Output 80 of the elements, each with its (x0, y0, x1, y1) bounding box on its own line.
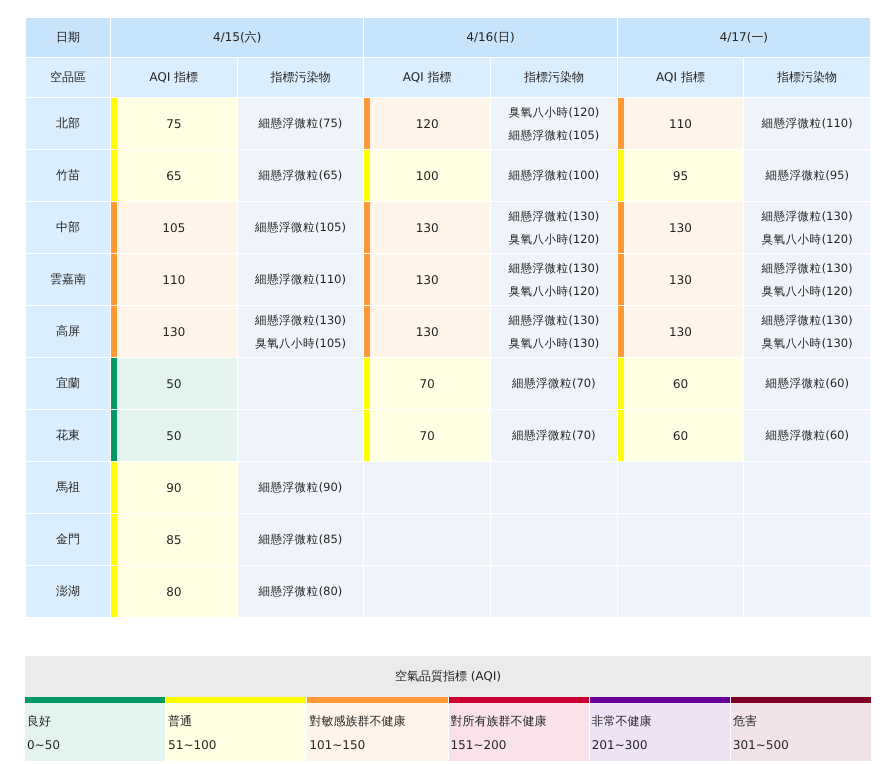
region-cell: 澎湖 (26, 566, 110, 618)
aqi-cell: 65 (110, 150, 238, 202)
pollutant-cell: 臭氧八小時(120) 細懸浮微粒(105) (490, 98, 618, 150)
region-cell: 宜蘭 (26, 358, 110, 410)
aqi-cell: 90 (110, 462, 238, 514)
column-header: 指標污染物 (237, 58, 364, 98)
pollutant-cell: 細懸浮微粒(95) (744, 150, 870, 202)
level-label: 對敏感族群不健康 (309, 713, 406, 730)
pollutant-cell: 細懸浮微粒(60) (744, 358, 870, 410)
aqi-cell: 70 (364, 358, 490, 410)
column-header: AQI 指標 (617, 58, 744, 98)
column-header: 指標污染物 (744, 58, 870, 98)
pollutant-cell: 細懸浮微粒(65) (237, 150, 364, 202)
pollutant-cell: 細懸浮微粒(85) (237, 514, 364, 566)
region-cell: 花東 (26, 410, 110, 462)
level-label: 非常不健康 (592, 713, 653, 730)
level-range: 101~150 (309, 738, 366, 752)
aqi-cell: 130 (617, 202, 744, 254)
level-range: 0~50 (27, 738, 61, 752)
level-range: 151~200 (450, 738, 508, 752)
aqi-cell: 110 (110, 254, 238, 306)
pollutant-cell: 細懸浮微粒(70) (490, 410, 618, 462)
pollutant-cell: 細懸浮微粒(105) (237, 202, 364, 254)
pollutant-cell: 細懸浮微粒(60) (744, 410, 870, 462)
pollutant-cell: 細懸浮微粒(130) 臭氧八小時(120) (744, 254, 870, 306)
aqi-cell: 120 (364, 98, 490, 150)
level-label: 良好 (27, 713, 52, 730)
aqi-cell: 95 (617, 150, 744, 202)
region-cell: 金門 (26, 514, 110, 566)
pollutant-cell: 細懸浮微粒(130) 臭氧八小時(130) (490, 306, 618, 358)
level-range: 301~500 (732, 738, 790, 752)
region-cell: 高屏 (26, 306, 110, 358)
level-label: 對所有族群不健康 (450, 713, 548, 730)
aqi-cell: 130 (110, 306, 238, 358)
level-label: 危害 (732, 713, 758, 730)
date-header: 4/15(六) (110, 18, 364, 58)
pollutant-cell: 細懸浮微粒(130) 臭氧八小時(120) (744, 202, 870, 254)
aqi-cell: 50 (110, 358, 238, 410)
date-header: 4/16(日) (364, 18, 618, 58)
aqi-cell: 105 (110, 202, 238, 254)
region-cell: 竹苗 (26, 150, 110, 202)
column-header: 日期 (26, 18, 110, 58)
date-header: 4/17(一) (617, 18, 870, 58)
pollutant-cell: 細懸浮微粒(100) (490, 150, 618, 202)
column-header: AQI 指標 (364, 58, 490, 98)
level-range: 51~100 (168, 738, 218, 752)
level-label: 普通 (168, 713, 194, 730)
aqi-cell: 130 (364, 306, 490, 358)
aqi-cell: 75 (110, 98, 238, 150)
column-header: 空品區 (26, 58, 110, 98)
pollutant-cell: 細懸浮微粒(75) (237, 98, 364, 150)
aqi-cell: 50 (110, 410, 238, 462)
aqi-cell: 130 (617, 254, 744, 306)
aqi-cell: 60 (617, 358, 744, 410)
aqi-cell: 100 (364, 150, 490, 202)
pollutant-cell: 細懸浮微粒(130) 臭氧八小時(120) (490, 202, 618, 254)
pollutant-cell: 細懸浮微粒(130) 臭氧八小時(130) (744, 306, 870, 358)
legend-title: 空氣品質指標 (AQI) (25, 656, 871, 697)
pollutant-cell: 細懸浮微粒(110) (744, 98, 870, 150)
region-cell: 北部 (26, 98, 110, 150)
pollutant-cell: 細懸浮微粒(130) 臭氧八小時(120) (490, 254, 618, 306)
pollutant-cell: 細懸浮微粒(70) (490, 358, 618, 410)
column-header: 指標污染物 (490, 58, 618, 98)
aqi-cell: 80 (110, 566, 238, 618)
region-cell: 雲嘉南 (26, 254, 110, 306)
pollutant-cell: 細懸浮微粒(80) (237, 566, 364, 618)
aqi-cell: 130 (364, 254, 490, 306)
level-range: 201~300 (592, 738, 649, 752)
region-cell: 馬祖 (26, 462, 110, 514)
aqi-cell: 60 (617, 410, 744, 462)
aqi-cell: 70 (364, 410, 490, 462)
aqi-cell: 85 (110, 514, 238, 566)
aqi-cell: 130 (617, 306, 744, 358)
pollutant-cell: 細懸浮微粒(90) (237, 462, 364, 514)
pollutant-cell: 細懸浮微粒(110) (237, 254, 364, 306)
aqi-cell: 110 (617, 98, 744, 150)
pollutant-cell: 細懸浮微粒(130) 臭氧八小時(105) (237, 306, 364, 358)
aqi-cell: 130 (364, 202, 490, 254)
region-cell: 中部 (26, 202, 110, 254)
column-header: AQI 指標 (110, 58, 238, 98)
